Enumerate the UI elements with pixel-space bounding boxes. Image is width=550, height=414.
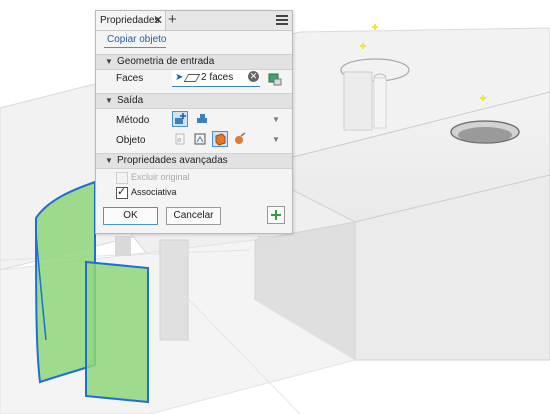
exclude-original-label: Excluir original <box>131 172 190 182</box>
apply-plus-icon[interactable] <box>267 206 285 224</box>
svg-text:ø: ø <box>177 137 182 144</box>
section-input-geometry[interactable]: ▼ Geometria de entrada <box>96 54 292 70</box>
panel-tab-bar: Propriedades ✕ + <box>96 11 292 31</box>
composite-object-icon[interactable] <box>193 132 209 148</box>
section-output-label: Saída <box>117 95 144 106</box>
tab-properties[interactable]: Propriedades ✕ <box>96 11 166 30</box>
clear-selection-icon[interactable]: ✕ <box>248 71 259 82</box>
new-body-icon[interactable] <box>172 111 188 127</box>
faces-selector[interactable]: ➤ 2 faces ✕ <box>172 70 260 87</box>
associative-label: Associativa <box>131 187 177 197</box>
repair-body-icon[interactable] <box>233 132 249 148</box>
select-arrow-icon: ➤ <box>175 72 184 83</box>
copy-object-link[interactable]: Copiar objeto <box>107 34 166 45</box>
copy-object-underline <box>104 47 166 48</box>
section-input-geometry-label: Geometria de entrada <box>117 56 215 67</box>
color-override-icon[interactable] <box>268 72 282 86</box>
properties-panel: Propriedades ✕ + Copiar objeto ▼ Geometr… <box>95 10 293 234</box>
exclude-original-checkbox[interactable] <box>116 172 128 184</box>
collapse-arrow-icon[interactable]: ▼ <box>105 156 113 165</box>
collapse-arrow-icon[interactable]: ▼ <box>105 57 113 66</box>
ok-button[interactable]: OK <box>103 207 158 225</box>
faces-value: 2 faces <box>201 72 234 83</box>
add-tab-icon[interactable]: + <box>168 11 177 28</box>
face-icon <box>183 74 201 82</box>
section-advanced[interactable]: ▼ Propriedades avançadas <box>96 153 292 169</box>
method-label: Método <box>116 115 150 126</box>
faces-label: Faces <box>116 73 144 84</box>
hole-feature <box>450 120 520 144</box>
surface-body-icon[interactable] <box>195 111 211 127</box>
associative-checkbox[interactable] <box>116 185 128 199</box>
section-output[interactable]: ▼ Saída <box>96 93 292 109</box>
section-advanced-label: Propriedades avançadas <box>117 155 228 166</box>
tab-properties-label: Propriedades <box>100 15 160 26</box>
collapse-arrow-icon[interactable]: ▼ <box>105 96 113 105</box>
object-dropdown-icon[interactable]: ▼ <box>272 135 280 144</box>
hamburger-menu-icon[interactable] <box>276 15 288 25</box>
solid-body-icon[interactable] <box>212 131 228 147</box>
method-dropdown-icon[interactable]: ▼ <box>272 115 280 124</box>
cancel-button[interactable]: Cancelar <box>166 207 221 225</box>
object-label: Objeto <box>116 135 146 146</box>
surface-object-icon[interactable]: ø <box>173 132 189 148</box>
close-icon[interactable]: ✕ <box>153 13 163 27</box>
